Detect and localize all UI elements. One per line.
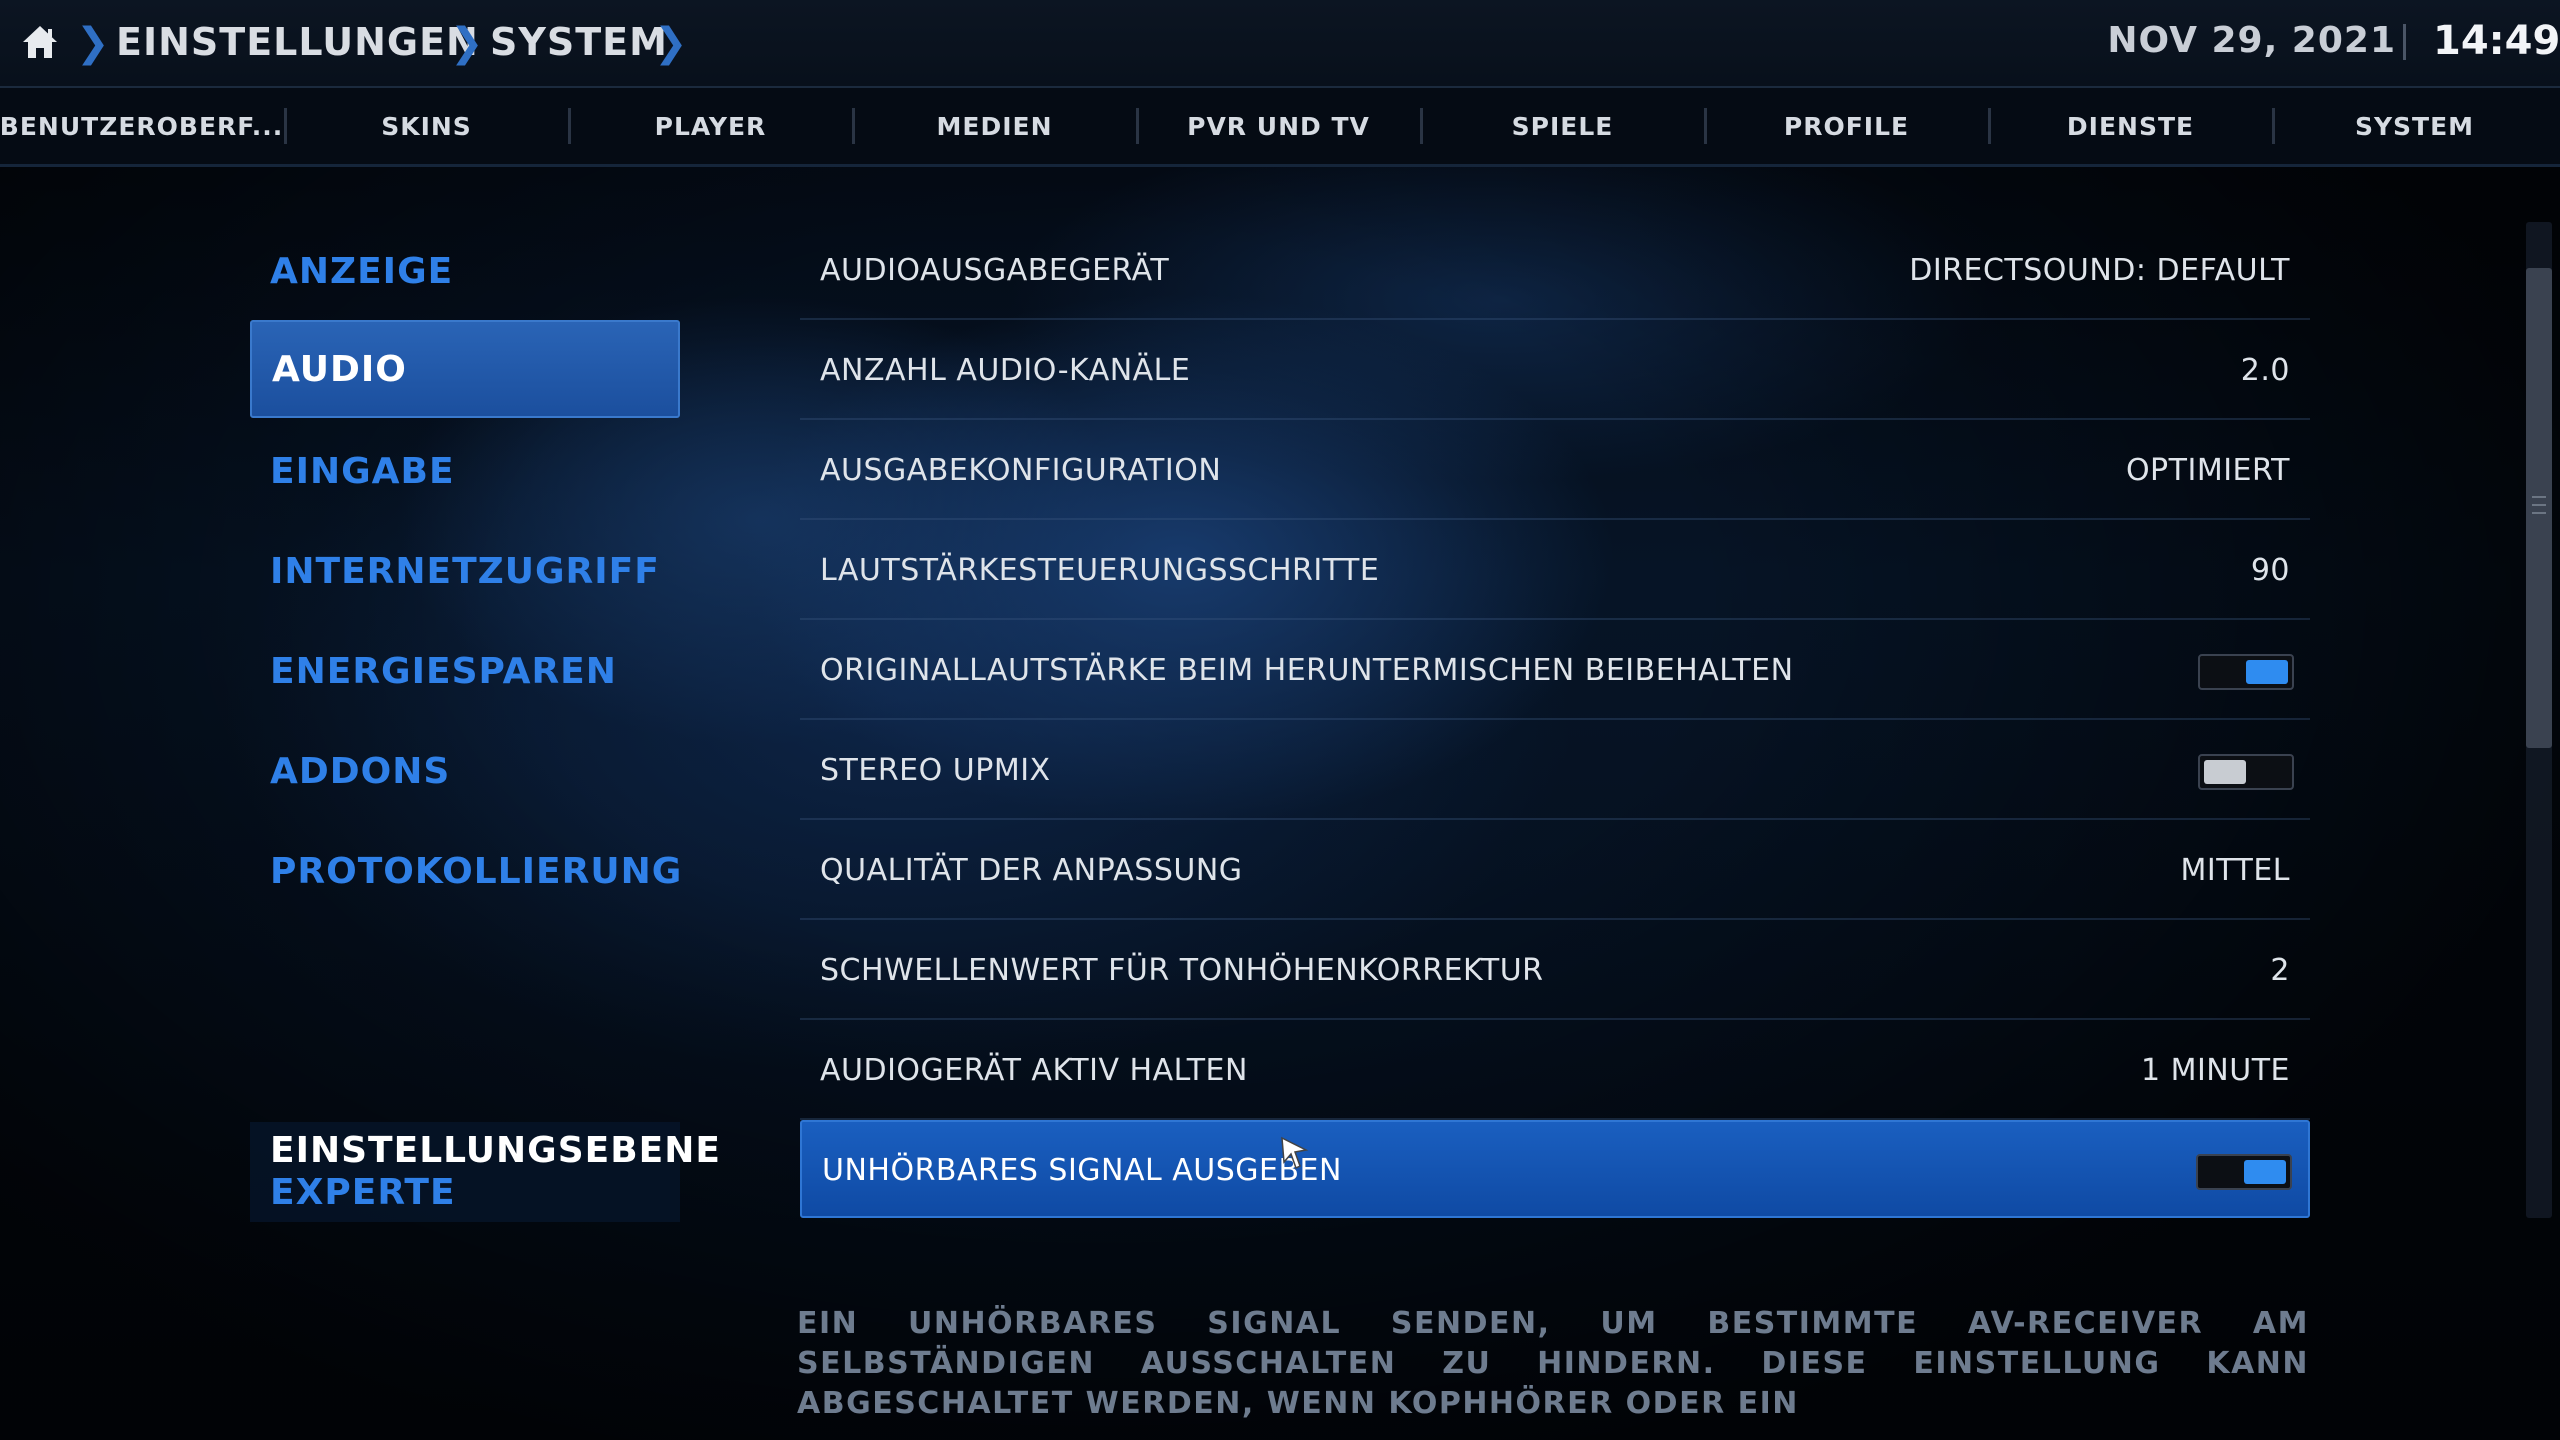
setting-value: OPTIMIERT	[2125, 452, 2290, 488]
setting-description: EIN UNHÖRBARES SIGNAL SENDEN, UM BESTIMM…	[797, 1306, 2309, 1421]
setting-row-originallautstaerke[interactable]: ORIGINALLAUTSTÄRKE BEIM HERUNTERMISCHEN …	[800, 622, 2310, 720]
setting-value: 90	[2250, 552, 2290, 588]
breadcrumb-system[interactable]: SYSTEM	[490, 20, 668, 64]
sidebar-item-label: AUDIO	[272, 348, 407, 390]
setting-row-unhoerbares-signal[interactable]: UNHÖRBARES SIGNAL AUSGEBEN	[800, 1120, 2310, 1218]
settings-level-title: EINSTELLUNGSEBENE	[270, 1130, 721, 1171]
setting-label: SCHWELLENWERT FÜR TONHÖHENKORREKTUR	[820, 952, 1544, 988]
setting-label: STEREO UPMIX	[820, 752, 1051, 788]
toggle-knob	[2244, 1160, 2286, 1184]
tab-profile[interactable]: PROFILE	[1705, 88, 1988, 164]
sidebar-item-eingabe[interactable]: EINGABE	[250, 422, 680, 520]
sidebar-item-protokollierung[interactable]: PROTOKOLLIERUNG	[250, 822, 683, 920]
sidebar-item-label: ADDONS	[270, 750, 451, 792]
setting-row-qualitaet-der-anpassung[interactable]: QUALITÄT DER ANPASSUNG MITTEL	[800, 822, 2310, 920]
setting-row-schwellenwert[interactable]: SCHWELLENWERT FÜR TONHÖHENKORREKTUR 2	[800, 922, 2310, 1020]
chevron-right-icon: ❯	[654, 20, 688, 66]
tab-pvr-und-tv[interactable]: PVR UND TV	[1137, 88, 1420, 164]
chevron-right-icon: ❯	[450, 20, 484, 66]
sidebar-item-label: ANZEIGE	[270, 250, 454, 292]
tab-player[interactable]: PLAYER	[569, 88, 852, 164]
sidebar-item-anzeige[interactable]: ANZEIGE	[250, 222, 680, 320]
top-bar: ❯ EINSTELLUNGEN ❯ SYSTEM ❯ NOV 29, 2021 …	[0, 0, 2560, 88]
chevron-right-icon: ❯	[76, 20, 110, 66]
breadcrumb-settings[interactable]: EINSTELLUNGEN	[116, 20, 479, 64]
setting-value: 2.0	[2240, 352, 2290, 388]
setting-value: MITTEL	[2180, 852, 2290, 888]
sidebar-item-label: INTERNETZUGRIFF	[270, 550, 660, 592]
tab-medien[interactable]: MEDIEN	[853, 88, 1136, 164]
setting-label: UNHÖRBARES SIGNAL AUSGEBEN	[822, 1152, 1342, 1188]
setting-row-lautstaerkesteuerungsschritte[interactable]: LAUTSTÄRKESTEUERUNGSSCHRITTE 90	[800, 522, 2310, 620]
sidebar-item-addons[interactable]: ADDONS	[250, 722, 680, 820]
setting-label: ORIGINALLAUTSTÄRKE BEIM HERUNTERMISCHEN …	[820, 652, 1794, 688]
setting-row-audiogeraet-aktiv-halten[interactable]: AUDIOGERÄT AKTIV HALTEN 1 MINUTE	[800, 1022, 2310, 1120]
settings-level-value: EXPERTE	[270, 1172, 456, 1213]
scrollbar-grip	[2532, 504, 2546, 506]
tab-skins[interactable]: SKINS	[285, 88, 568, 164]
setting-row-audioausgabegeraet[interactable]: AUDIOAUSGABEGERÄT DIRECTSOUND: DEFAULT	[800, 222, 2310, 320]
setting-label: AUSGABEKONFIGURATION	[820, 452, 1222, 488]
setting-row-stereo-upmix[interactable]: STEREO UPMIX	[800, 722, 2310, 820]
scrollbar-grip	[2532, 496, 2546, 498]
settings-level-button[interactable]: EINSTELLUNGSEBENE EXPERTE	[250, 1122, 720, 1222]
setting-row-anzahl-audio-kanaele[interactable]: ANZAHL AUDIO-KANÄLE 2.0	[800, 322, 2310, 420]
toggle-switch[interactable]	[2198, 754, 2294, 790]
setting-label: AUDIOAUSGABEGERÄT	[820, 252, 1170, 288]
setting-value: DIRECTSOUND: DEFAULT	[1909, 252, 2290, 288]
sidebar-item-internetzugriff[interactable]: INTERNETZUGRIFF	[250, 522, 680, 620]
scrollbar-thumb[interactable]	[2526, 268, 2552, 748]
sidebar-item-audio[interactable]: AUDIO	[250, 320, 680, 418]
tab-system[interactable]: SYSTEM	[2273, 88, 2556, 164]
scrollbar-grip	[2532, 512, 2546, 514]
setting-label: ANZAHL AUDIO-KANÄLE	[820, 352, 1191, 388]
setting-label: QUALITÄT DER ANPASSUNG	[820, 852, 1243, 888]
sidebar-item-label: ENERGIESPAREN	[270, 650, 617, 692]
sidebar-item-label: EINGABE	[270, 450, 455, 492]
date: NOV 29, 2021	[2107, 20, 2396, 61]
tab-dienste[interactable]: DIENSTE	[1989, 88, 2272, 164]
mouse-pointer-icon	[1281, 1136, 1309, 1170]
setting-row-ausgabekonfiguration[interactable]: AUSGABEKONFIGURATION OPTIMIERT	[800, 422, 2310, 520]
sidebar-item-label: PROTOKOLLIERUNG	[270, 850, 683, 892]
setting-label: AUDIOGERÄT AKTIV HALTEN	[820, 1052, 1248, 1088]
sidebar-item-energiesparen[interactable]: ENERGIESPAREN	[250, 622, 680, 720]
toggle-switch[interactable]	[2196, 1154, 2292, 1190]
toggle-switch[interactable]	[2198, 654, 2294, 690]
home-icon[interactable]	[20, 22, 60, 62]
category-tab-bar: BENUTZEROBERF... SKINS PLAYER MEDIEN PVR…	[0, 88, 2560, 167]
clock: 14:49	[2433, 18, 2560, 64]
background-vignette	[0, 0, 2560, 1440]
setting-value: 1 MINUTE	[2140, 1052, 2290, 1088]
tab-spiele[interactable]: SPIELE	[1421, 88, 1704, 164]
setting-label: LAUTSTÄRKESTEUERUNGSSCHRITTE	[820, 552, 1380, 588]
header-divider	[2403, 24, 2406, 60]
toggle-knob	[2204, 760, 2246, 784]
toggle-knob	[2246, 660, 2288, 684]
setting-value: 2	[2270, 952, 2290, 988]
tab-benutzeroberflaeche[interactable]: BENUTZEROBERF...	[0, 88, 283, 164]
